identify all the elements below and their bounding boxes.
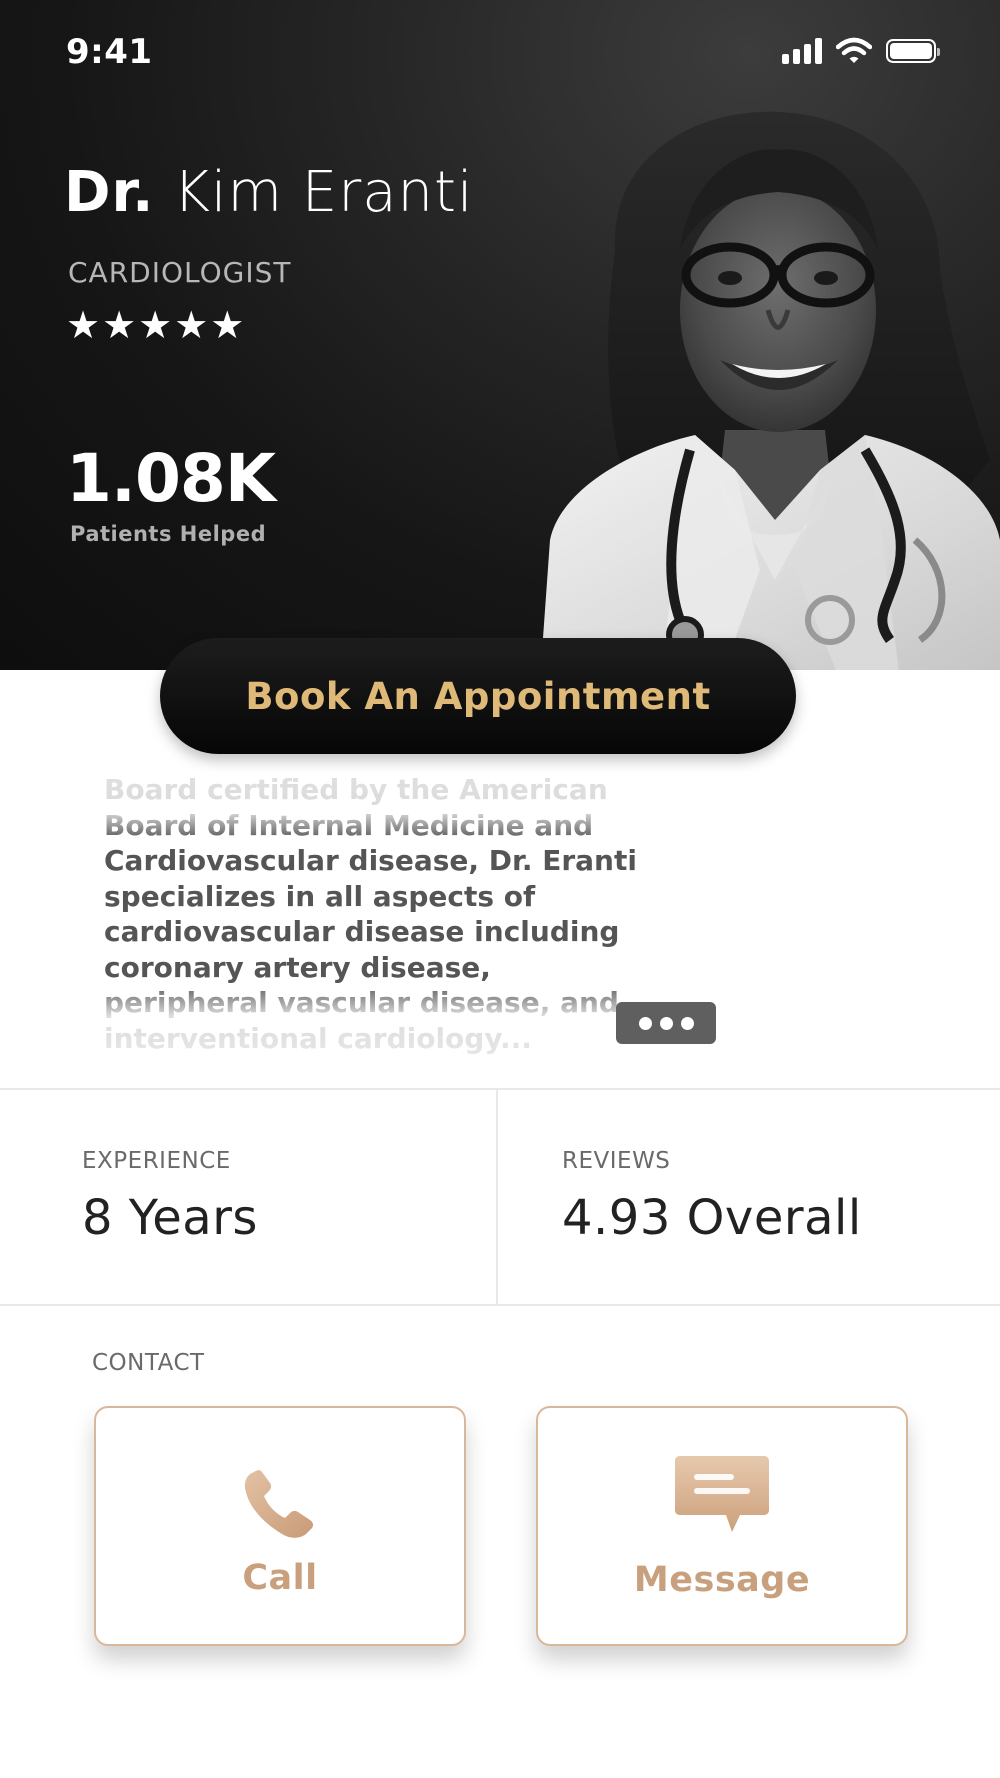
doctor-title-prefix: Dr. [64,160,155,225]
read-more-button[interactable] [616,1002,716,1044]
battery-icon [886,39,940,63]
doctor-name: Dr. Kim Eranti [64,160,474,225]
profile-hero: 9:41 Dr. Kim Eranti CARDIOLOGIST ★★★★★ 1… [0,0,1000,670]
doctor-specialty: CARDIOLOGIST [68,256,292,289]
stats-divider [496,1090,498,1304]
phone-icon [244,1470,314,1538]
rating-stars: ★★★★★ [66,303,247,347]
more-dot [659,1016,673,1030]
book-appointment-label: Book An Appointment [245,674,711,718]
status-icons [782,36,940,66]
patients-helped-value: 1.08K [66,440,276,517]
doctor-full-name: Kim Eranti [173,160,474,225]
doctor-bio: Board certified by the American Board of… [104,773,637,1055]
message-icon [675,1456,769,1532]
stats-panel: EXPERIENCE 8 Years REVIEWS 4.93 Overall [0,1088,1000,1306]
book-appointment-button[interactable]: Book An Appointment [160,638,796,754]
message-label: Message [633,1560,811,1600]
more-dot [680,1016,694,1030]
doctor-photo [540,111,1000,670]
status-time: 9:41 [66,32,153,72]
call-button[interactable]: Call [94,1406,466,1646]
contact-label: CONTACT [92,1350,205,1376]
message-button[interactable]: Message [536,1406,908,1646]
patients-helped-label: Patients Helped [70,522,267,546]
experience-label: EXPERIENCE [82,1148,231,1174]
experience-value: 8 Years [82,1190,258,1246]
call-label: Call [242,1558,318,1598]
wifi-icon [836,37,872,63]
signal-icon [782,38,822,64]
sheet-corner [860,670,1000,780]
status-bar: 9:41 [0,0,1000,100]
reviews-label: REVIEWS [562,1148,671,1174]
reviews-value: 4.93 Overall [562,1190,862,1246]
more-dot [638,1016,652,1030]
